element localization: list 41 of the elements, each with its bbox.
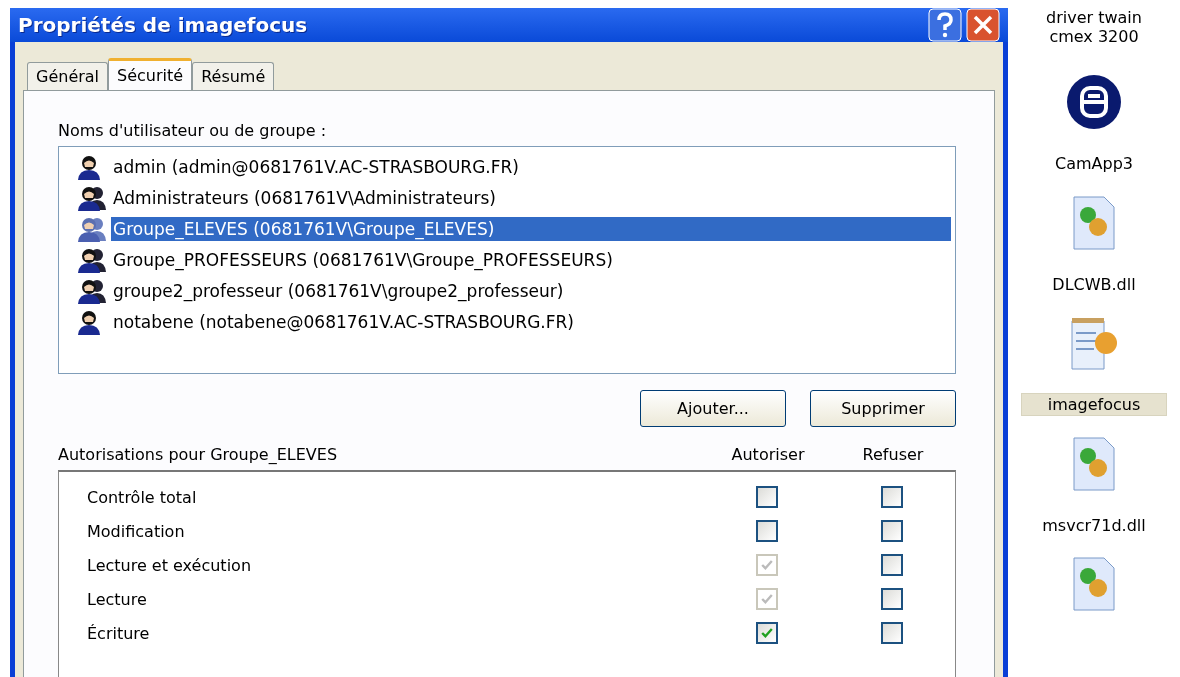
checkbox[interactable] [881, 520, 903, 542]
user-list-item[interactable]: admin (admin@0681761V.AC-STRASBOURG.FR) [111, 154, 521, 179]
checkbox[interactable] [881, 588, 903, 610]
users-group-icon [77, 184, 107, 211]
checkbox[interactable] [756, 486, 778, 508]
users-label: Noms d'utilisateur ou de groupe : [58, 121, 328, 140]
column-header: Refuser [861, 445, 925, 464]
desktop-icon-label[interactable]: msvcr71d.dll [1021, 513, 1167, 537]
desktop-icon-label[interactable]: CamApp3 [1021, 151, 1167, 175]
users-group-icon [77, 215, 107, 242]
tab[interactable]: Résumé [192, 62, 275, 90]
close-button[interactable] [966, 8, 1000, 42]
permissions-label: Autorisations pour Groupe_ELEVES [58, 445, 339, 464]
app-icon[interactable] [1066, 73, 1122, 130]
desktop-icon-label[interactable]: imagefocus [1021, 393, 1167, 417]
permission-name: Écriture [87, 623, 151, 643]
tab[interactable]: Sécurité [108, 58, 193, 90]
users-group-icon [77, 246, 107, 273]
remove-button[interactable]: Supprimer [810, 390, 956, 427]
checkbox[interactable] [881, 486, 903, 508]
user-list-item[interactable]: Groupe_ELEVES (0681761V\Groupe_ELEVES) [111, 216, 951, 241]
desktop-icon-label[interactable]: DLCWB.dll [1021, 272, 1167, 296]
permission-name: Modification [87, 521, 186, 541]
permission-name: Lecture [87, 589, 148, 609]
checkbox[interactable] [881, 554, 903, 576]
desktop-icon-label[interactable]: driver twain cmex 3200 [1021, 6, 1167, 48]
user-list-item[interactable]: groupe2_professeur (0681761V\groupe2_professeur) [111, 278, 566, 303]
window-title: Propriétés de imagefocus [18, 13, 308, 37]
user-list-item[interactable]: Groupe_PROFESSEURS (0681761V\Groupe_PROFESSEURS) [111, 247, 615, 272]
user-list-item[interactable]: Administrateurs (0681761V\Administrateurs) [111, 185, 498, 210]
add-button[interactable]: Ajouter... [640, 390, 786, 427]
permission-name: Lecture et exécution [87, 555, 252, 575]
checkbox[interactable] [881, 622, 903, 644]
checkbox[interactable] [756, 622, 778, 644]
column-header: Autoriser [730, 445, 806, 464]
users-group-icon [77, 277, 107, 304]
tab[interactable]: Général [27, 62, 109, 90]
user-list-item[interactable]: notabene (notabene@0681761V.AC-STRASBOURG.FR) [111, 309, 576, 334]
checkbox[interactable] [756, 520, 778, 542]
permission-name: Contrôle total [87, 487, 198, 507]
help-button[interactable] [928, 8, 962, 42]
